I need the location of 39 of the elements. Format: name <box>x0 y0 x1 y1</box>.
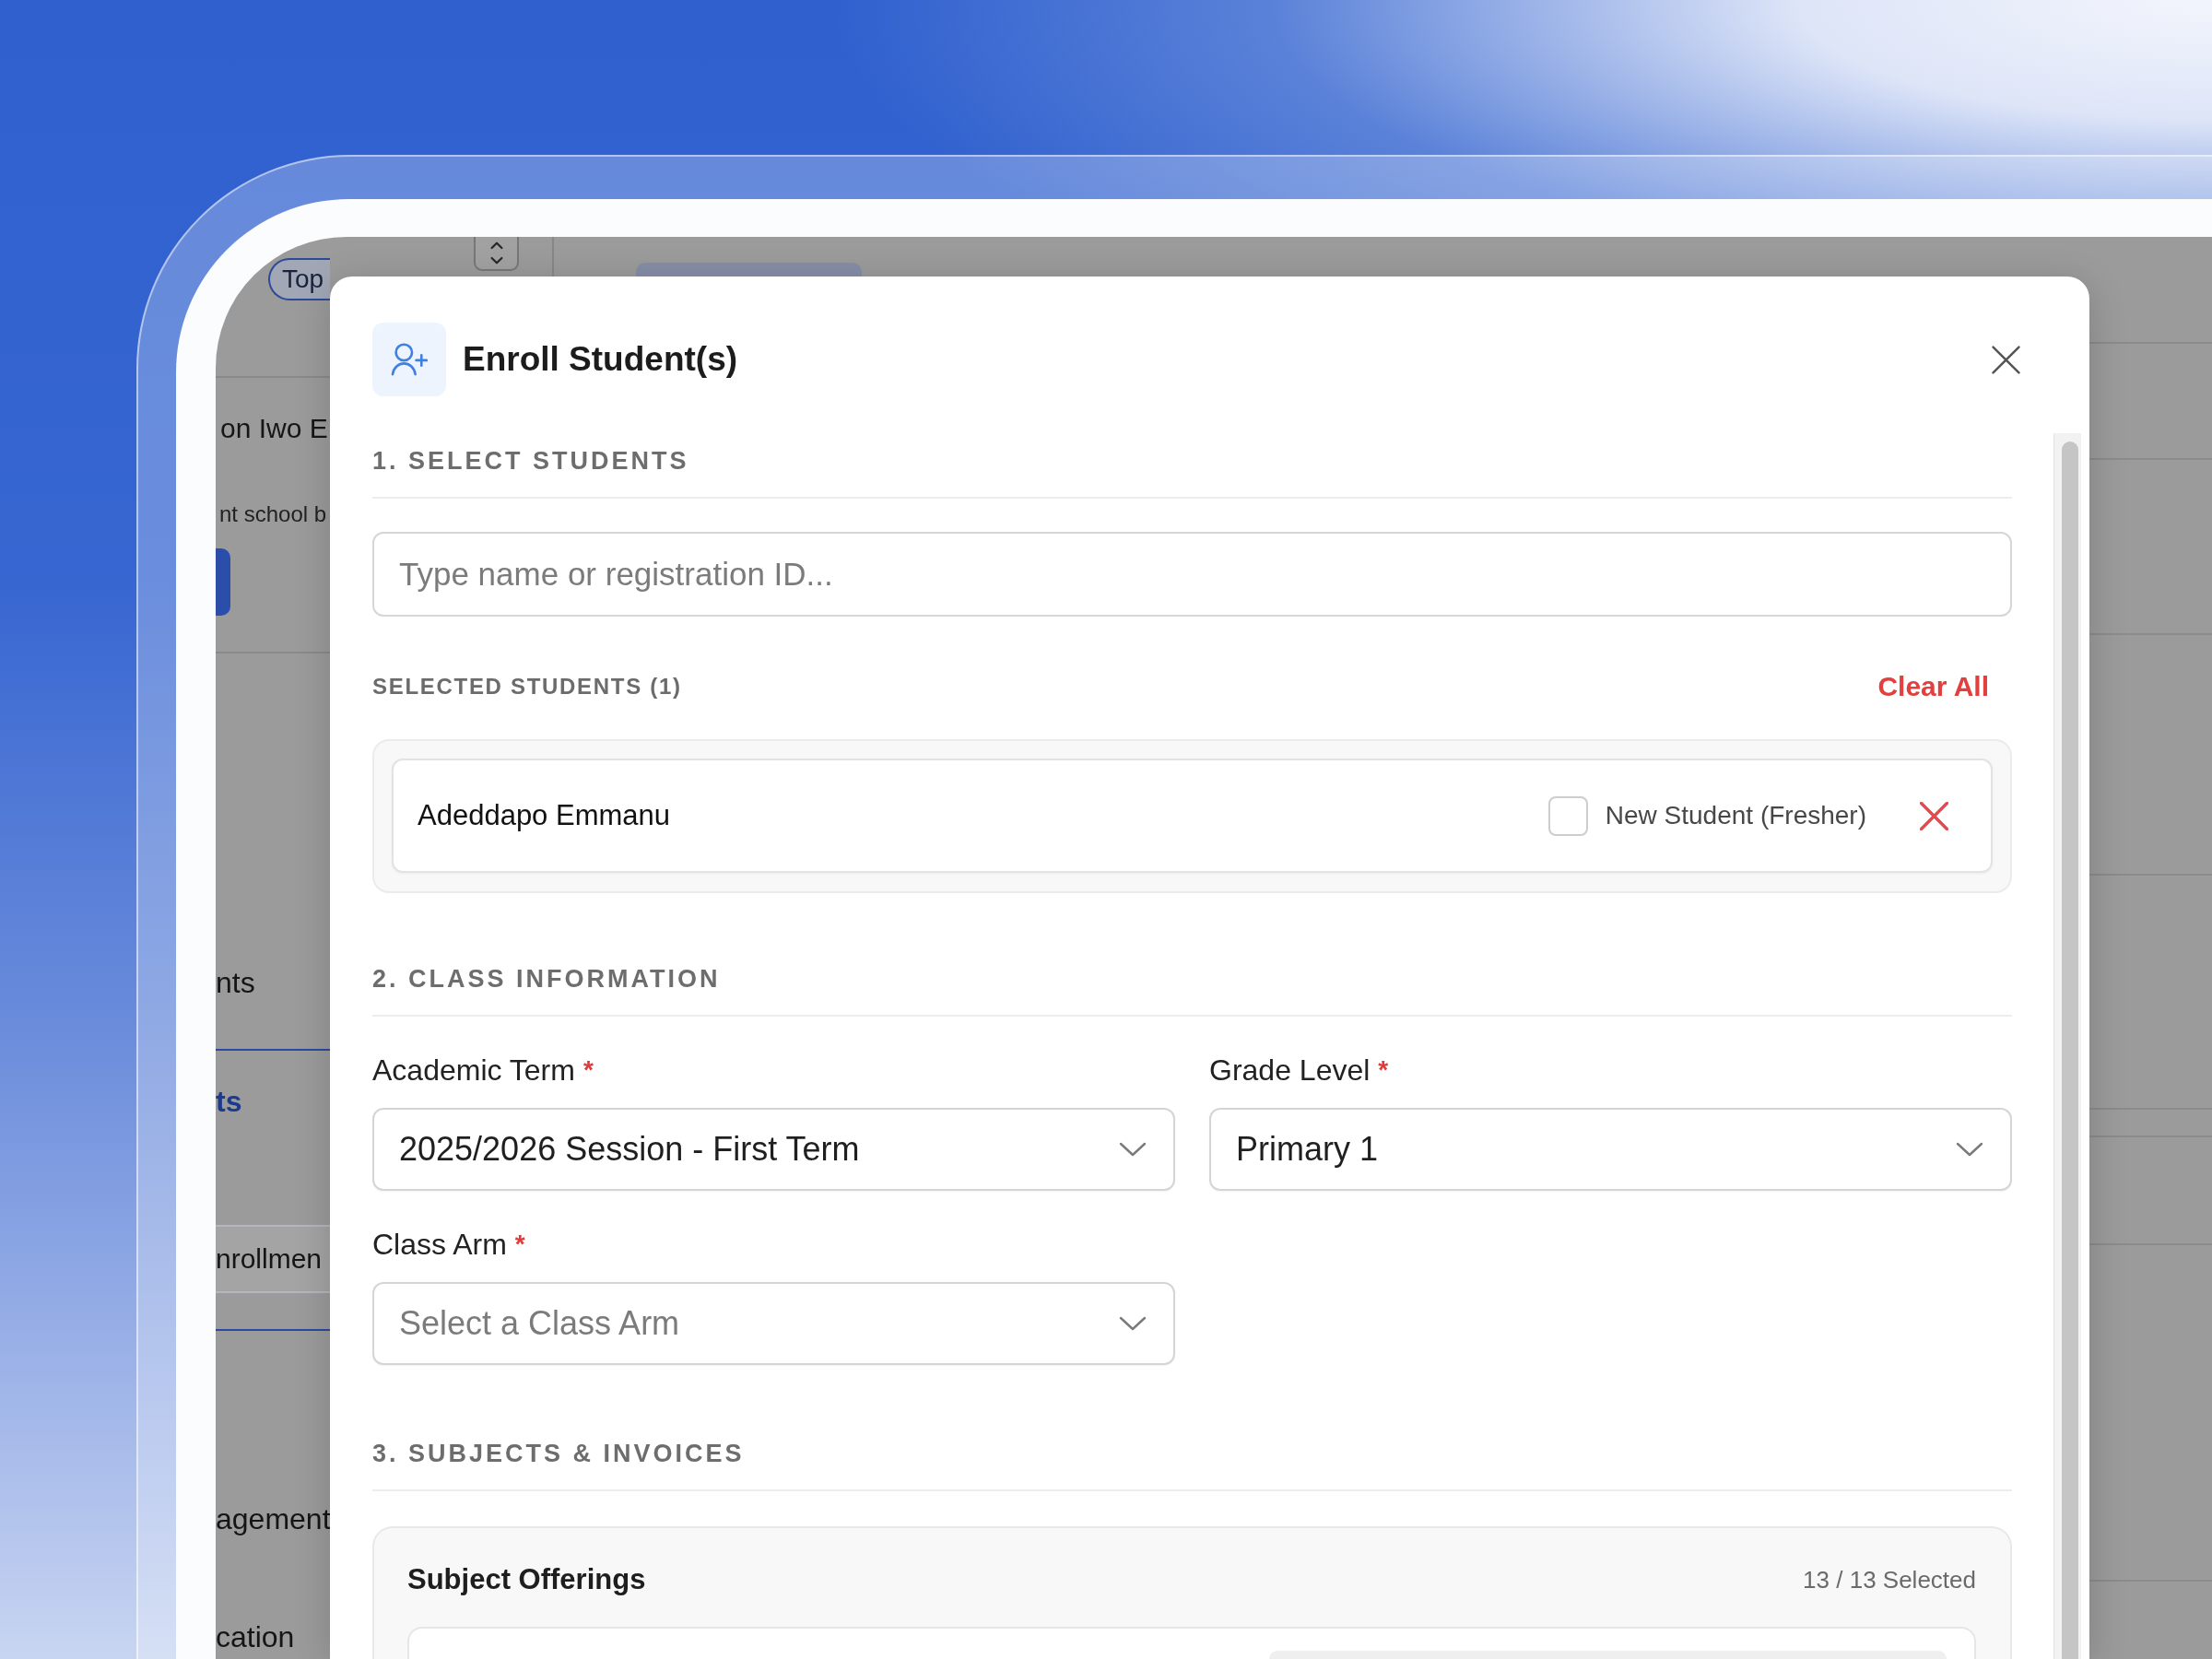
scrollbar-thumb[interactable] <box>2062 441 2078 1659</box>
chevron-down-icon <box>1119 1142 1147 1157</box>
modal-title: Enroll Student(s) <box>463 339 738 380</box>
required-mark: * <box>582 1055 594 1085</box>
chevron-down-icon <box>1119 1316 1147 1331</box>
chevron-down-icon <box>1956 1142 1983 1157</box>
field-label: Academic Term <box>372 1053 575 1088</box>
nav-item[interactable]: nts <box>216 962 255 1003</box>
remove-student-button[interactable] <box>1917 799 1950 832</box>
close-icon <box>1991 345 2020 374</box>
search-field[interactable]: Type name or registration ID... <box>372 532 2012 617</box>
nav-item[interactable]: agement <box>216 1499 331 1539</box>
select-field[interactable]: Primary 1 <box>1209 1108 2012 1191</box>
nav-item[interactable]: nrollmen <box>216 1225 330 1293</box>
close-icon <box>1919 801 1948 830</box>
field-label: Class Arm <box>372 1227 507 1262</box>
checkbox-label[interactable]: New Student (Fresher) <box>1605 801 1866 830</box>
clear-all-button[interactable]: Clear All <box>1877 671 1989 702</box>
section-heading: 1. SELECT STUDENTS <box>372 446 689 476</box>
chevron-up-down-icon[interactable] <box>474 237 519 271</box>
filter-chip[interactable]: Top <box>268 258 330 300</box>
school-subtitle: nt school b <box>219 500 327 528</box>
action-button[interactable] <box>216 548 230 616</box>
list-heading: SELECTED STUDENTS (1) <box>372 674 682 700</box>
nav-item[interactable]: ts <box>216 1081 242 1122</box>
checkbox[interactable] <box>1547 795 1588 836</box>
field-label: Grade Level <box>1209 1053 1371 1088</box>
selection-count: 13 / 13 Selected <box>1803 1565 1976 1594</box>
user-plus-icon <box>372 323 446 396</box>
school-name: on Iwo E <box>220 412 328 445</box>
nav-item[interactable]: cation <box>216 1617 295 1657</box>
panel-title: Subject Offerings <box>407 1563 646 1596</box>
section-heading: 2. CLASS INFORMATION <box>372 964 721 994</box>
select-field[interactable]: 2025/2026 Session - First Term <box>372 1108 1175 1191</box>
select-field[interactable]: Select a Class Arm <box>372 1282 1175 1365</box>
section-heading: 3. SUBJECTS & INVOICES <box>372 1439 745 1468</box>
required-mark: * <box>1378 1055 1389 1085</box>
required-mark: * <box>514 1230 525 1259</box>
student-name: Adeddapo Emmanu <box>418 799 672 832</box>
